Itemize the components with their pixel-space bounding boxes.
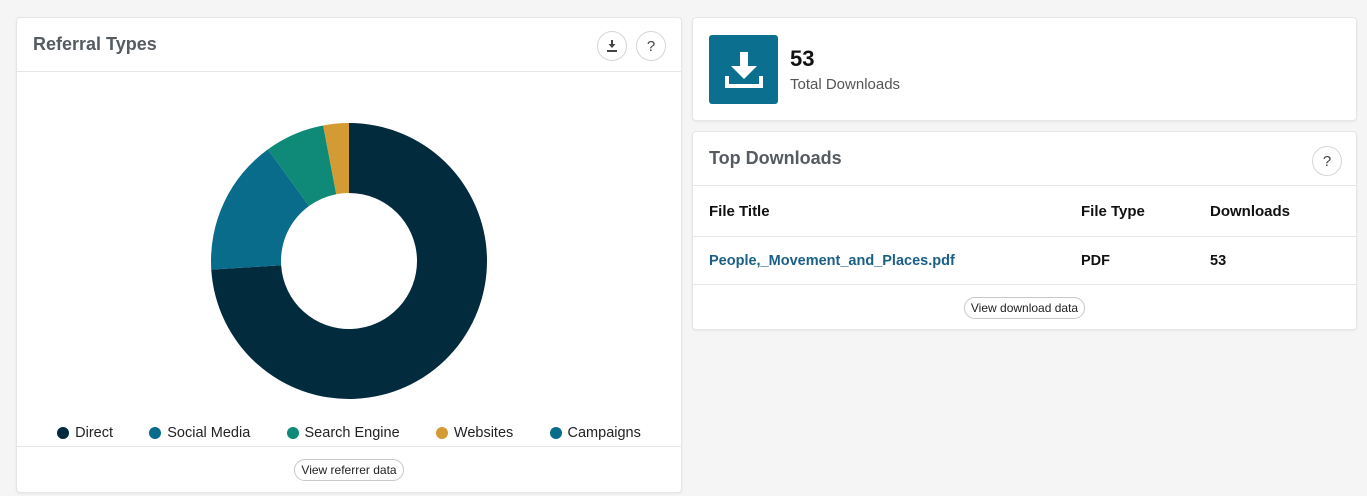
referral-types-card: Referral Types ? Direct Social Media Searc…: [16, 17, 682, 493]
help-icon: ?: [646, 37, 656, 55]
referral-card-header: Referral Types ?: [17, 18, 681, 72]
legend-dot: [149, 427, 162, 439]
column-header-file-title: File Title: [709, 203, 770, 220]
table-header-row: File Title File Type Downloads: [693, 187, 1356, 237]
legend-dot: [549, 427, 562, 439]
legend-dot: [435, 427, 448, 439]
download-icon: [724, 51, 763, 88]
download-icon: [607, 40, 617, 52]
downloads-tile: [709, 35, 778, 104]
download-chart-button[interactable]: [597, 31, 627, 61]
column-header-file-type: File Type: [1081, 203, 1145, 220]
chart-legend: Direct Social Media Search Engine Websites C…: [17, 420, 681, 446]
downloads-count-cell: 53: [1210, 252, 1227, 269]
table-row: People,_Movement_and_Places.pdf PDF 53: [693, 237, 1356, 285]
referral-card-footer: View referrer data: [17, 446, 681, 492]
total-downloads-card: 53 Total Downloads: [692, 17, 1357, 121]
donut-svg: [210, 123, 487, 399]
legend-dot: [286, 427, 299, 439]
legend-dot: [57, 427, 70, 439]
file-type-cell: PDF: [1081, 252, 1110, 269]
legend-item-direct[interactable]: Direct: [57, 425, 113, 441]
legend-label: Social Media: [167, 425, 251, 441]
total-downloads-value: 53: [790, 46, 815, 71]
total-downloads-label: Total Downloads: [790, 76, 901, 93]
legend-label: Websites: [453, 425, 514, 441]
legend-item-campaigns[interactable]: Campaigns: [549, 425, 641, 441]
legend-item-websites[interactable]: Websites: [435, 425, 514, 441]
top-downloads-card: Top Downloads ? File Title File Type Dow…: [692, 131, 1357, 330]
top-downloads-header: Top Downloads ?: [693, 132, 1356, 186]
referral-donut-chart: [17, 73, 681, 418]
legend-label: Search Engine: [304, 425, 400, 441]
view-download-data-button[interactable]: View download data: [963, 297, 1086, 319]
legend-label: Campaigns: [567, 425, 641, 441]
top-downloads-help-button[interactable]: ?: [1312, 146, 1342, 176]
top-downloads-footer: View download data: [693, 286, 1356, 330]
referral-help-button[interactable]: ?: [636, 31, 666, 61]
help-icon: ?: [1322, 152, 1332, 170]
legend-item-social-media[interactable]: Social Media: [149, 425, 250, 441]
legend-item-search-engine[interactable]: Search Engine: [286, 425, 400, 441]
view-referrer-data-button[interactable]: View referrer data: [294, 458, 404, 481]
top-downloads-title: Top Downloads: [709, 148, 842, 168]
file-title-link[interactable]: People,_Movement_and_Places.pdf: [709, 237, 955, 284]
column-header-downloads: Downloads: [1210, 203, 1291, 220]
legend-label: Direct: [75, 425, 113, 441]
referral-card-title: Referral Types: [33, 34, 157, 54]
